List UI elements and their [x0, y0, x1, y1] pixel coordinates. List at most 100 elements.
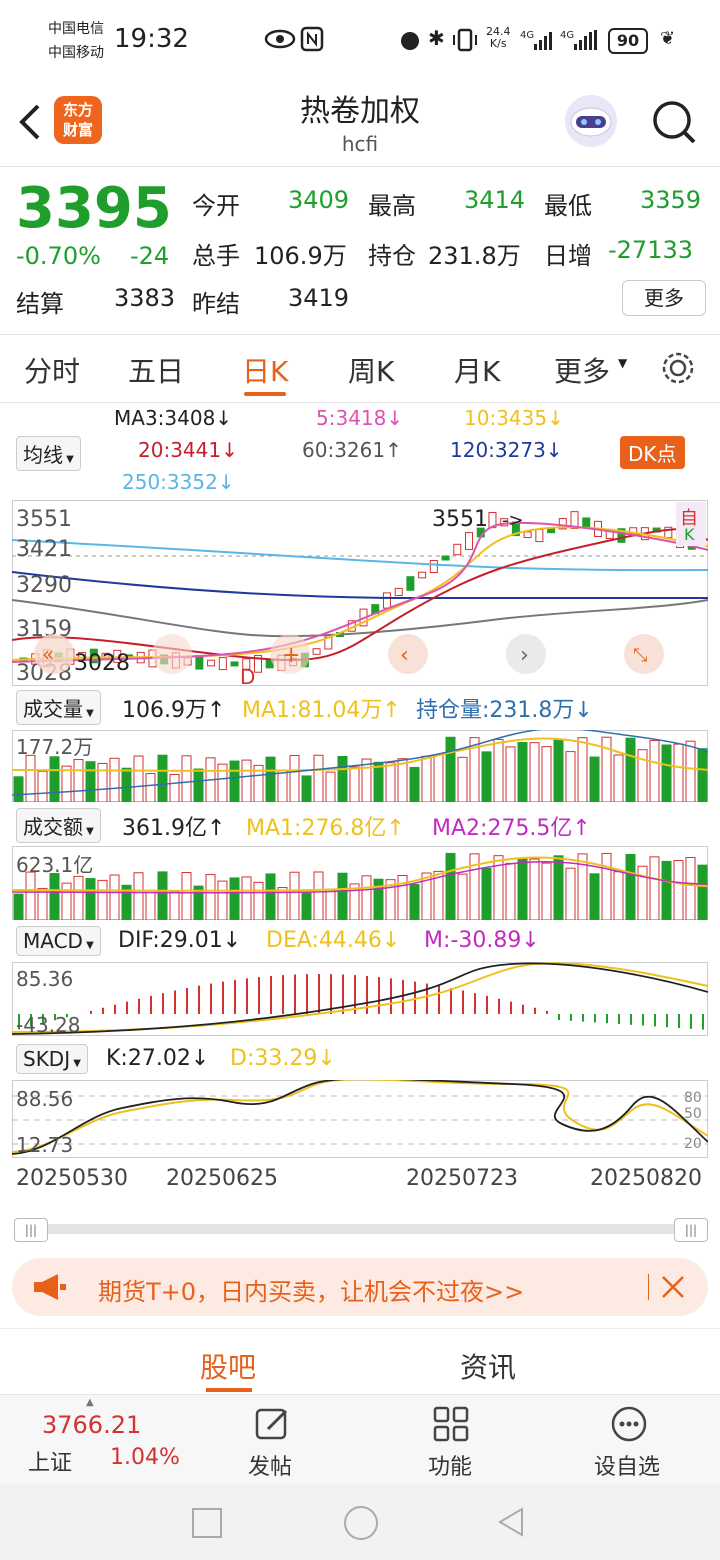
- tab-news[interactable]: 资讯: [460, 1346, 516, 1386]
- macd-bar: [642, 1014, 644, 1026]
- tab-more[interactable]: 更多: [554, 350, 610, 390]
- chevron-down-icon: ▼: [63, 454, 74, 465]
- macd-bar: [606, 1014, 608, 1024]
- volume-bar: [145, 773, 156, 802]
- recent-apps-icon[interactable]: [192, 1508, 222, 1538]
- volume-bar: [673, 743, 684, 802]
- kline-chart[interactable]: 3551 3421 3290 3159 3028 3551 -> 3028 D …: [12, 500, 708, 686]
- macd-bar: [534, 1007, 536, 1014]
- volume-bar: [373, 878, 384, 920]
- chevron-left-icon: ‹: [400, 643, 409, 668]
- macd-chart[interactable]: 85.36 -43.28: [12, 962, 708, 1036]
- bottom-nav: ▲ 3766.21 上证 1.04% 发帖 功能 设自选: [0, 1394, 720, 1485]
- macd-axis-top: 85.36: [16, 967, 73, 991]
- amount-selector[interactable]: 成交额 ▼: [16, 808, 101, 843]
- kline-min-label: 3028: [74, 651, 130, 676]
- candle: [453, 543, 462, 556]
- tab-fiveday[interactable]: 五日: [128, 350, 184, 390]
- macd-bar: [210, 983, 212, 1014]
- volume-bar: [301, 775, 312, 802]
- volume-chart[interactable]: 177.2万: [12, 730, 708, 802]
- more-circle-icon[interactable]: [610, 1405, 648, 1443]
- ma-selector-label: 均线: [23, 443, 63, 467]
- promo-banner[interactable]: 期货T+0，日内买卖，让机会不过夜>>: [12, 1258, 708, 1316]
- macd-bar: [126, 1001, 128, 1014]
- volume-bar: [97, 762, 108, 802]
- ma-selector[interactable]: 均线 ▼: [16, 436, 81, 471]
- more-button[interactable]: 更多: [622, 280, 706, 316]
- tab-timeshare[interactable]: 分时: [24, 350, 80, 390]
- skdj-d: D:33.29↓: [230, 1046, 336, 1071]
- tab-daily-k[interactable]: 日K: [242, 350, 288, 390]
- post-button-label[interactable]: 发帖: [248, 1449, 292, 1481]
- low-label: 最低: [544, 192, 592, 220]
- tab-guba[interactable]: 股吧: [200, 1346, 256, 1386]
- macd-axis-bottom: -43.28: [16, 1013, 80, 1036]
- guba-tab-indicator: [206, 1388, 252, 1392]
- amount-chart[interactable]: 623.1亿: [12, 846, 708, 920]
- robot-avatar-icon[interactable]: [562, 92, 620, 150]
- macd-bar: [306, 974, 308, 1014]
- back-nav-icon[interactable]: [496, 1506, 526, 1538]
- macd-bar: [438, 985, 440, 1014]
- macd-legend: MACD ▼ DIF:29.01↓ DEA:44.46↓ M:-30.89↓: [0, 924, 720, 958]
- volume-bar: [169, 891, 180, 920]
- macd-bars: [18, 974, 704, 1030]
- skdj-chart[interactable]: 88.56 12.73 80 50 20: [12, 1080, 708, 1158]
- gear-icon[interactable]: [660, 350, 696, 386]
- range-slider-track[interactable]: [14, 1224, 706, 1234]
- skdj-selector[interactable]: SKDJ ▼: [16, 1044, 88, 1074]
- grid-icon[interactable]: [432, 1405, 470, 1443]
- dk-point-button[interactable]: DK点: [620, 436, 685, 469]
- macd-bar: [90, 1010, 92, 1014]
- macd-selector-label: MACD: [23, 929, 83, 953]
- amount-axis-label: 623.1亿: [16, 853, 93, 877]
- volume-bar: [61, 882, 72, 920]
- volume-bar: [589, 873, 600, 920]
- edit-icon[interactable]: [254, 1405, 292, 1443]
- macd-bar: [258, 977, 260, 1014]
- svg-text:4G: 4G: [560, 30, 574, 41]
- index-name[interactable]: 上证: [28, 1445, 72, 1477]
- volume-selector[interactable]: 成交量 ▼: [16, 690, 101, 725]
- skdj-ref-50: 50: [684, 1106, 702, 1122]
- volume-bar: [397, 758, 408, 802]
- index-value[interactable]: 3766.21: [42, 1411, 141, 1439]
- amount-selector-label: 成交额: [23, 815, 83, 839]
- open-interest: 持仓量:231.8万↓: [416, 698, 593, 723]
- volume-bar: [13, 893, 24, 920]
- candle: [582, 517, 591, 528]
- chevron-down-icon: ▼: [83, 826, 94, 837]
- volume-bar: [565, 867, 576, 920]
- home-icon[interactable]: [344, 1506, 378, 1540]
- volume-bar: [385, 762, 396, 802]
- volume-bar: [85, 761, 96, 802]
- bluetooth-icon: ✱: [428, 26, 445, 50]
- close-icon[interactable]: [660, 1274, 686, 1300]
- range-slider-left-handle[interactable]: |||: [14, 1218, 48, 1242]
- tab-monthly-k[interactable]: 月K: [454, 350, 500, 390]
- macd-bar: [690, 1014, 692, 1029]
- search-icon[interactable]: [650, 98, 698, 146]
- volume-bar: [313, 871, 324, 920]
- volume-bar: [181, 755, 192, 802]
- skdj-ref-20: 20: [684, 1136, 702, 1152]
- system-nav-bar: [0, 1484, 720, 1560]
- ma60-label: 60:3261↑: [302, 438, 402, 462]
- macd-bar: [198, 985, 200, 1014]
- volume-bar: [349, 766, 360, 802]
- macd-dif-line: [12, 962, 708, 1035]
- zoom-in-button[interactable]: [152, 634, 192, 674]
- function-button-label[interactable]: 功能: [428, 1449, 472, 1481]
- volume-bar: [697, 864, 708, 920]
- add-watchlist-label[interactable]: 设自选: [594, 1449, 660, 1481]
- date-label-3: 20250723: [406, 1166, 518, 1191]
- volume-bar: [541, 862, 552, 920]
- range-slider-right-handle[interactable]: |||: [674, 1218, 708, 1242]
- macd-selector[interactable]: MACD ▼: [16, 926, 101, 956]
- kline-max-arrow: ->: [502, 510, 524, 531]
- macd-bar: [450, 988, 452, 1014]
- tab-weekly-k[interactable]: 周K: [348, 350, 394, 390]
- macd-bar: [282, 975, 284, 1014]
- index-percent[interactable]: 1.04%: [110, 1445, 180, 1470]
